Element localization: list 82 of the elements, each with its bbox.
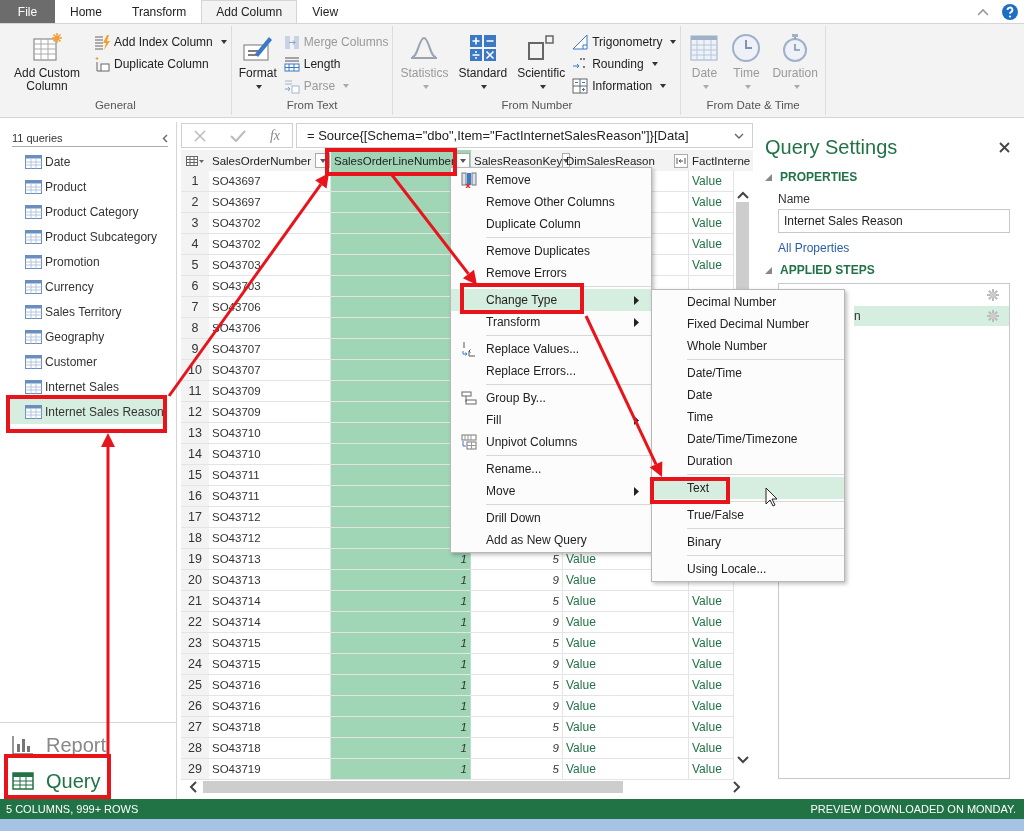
- row-number: 18: [181, 528, 209, 548]
- row-number: 23: [181, 633, 209, 653]
- row-number: 7: [181, 297, 209, 317]
- table-cell: Value: [689, 255, 734, 275]
- table-cell: 1: [331, 570, 471, 590]
- table-cell: Value: [689, 171, 734, 191]
- row-number: 12: [181, 402, 209, 422]
- table-cell: 5: [471, 759, 563, 779]
- row-number: 2: [181, 192, 209, 212]
- table-cell: 9: [471, 654, 563, 674]
- row-number: 1: [181, 171, 209, 191]
- status-text: 5 COLUMNS, 999+ ROWS: [6, 803, 139, 815]
- table-cell: Value: [689, 591, 734, 611]
- table-cell: Value: [689, 633, 734, 653]
- table-cell: 5: [471, 633, 563, 653]
- section-heading: APPLIED STEPS: [780, 263, 875, 277]
- table-cell: Value: [689, 759, 734, 779]
- table-cell: 1: [331, 633, 471, 653]
- table-cell: 9: [471, 738, 563, 758]
- row-number: 22: [181, 612, 209, 632]
- panel-title: Query Settings: [765, 135, 898, 159]
- table-cell: 5: [471, 717, 563, 737]
- table-cell: Value: [689, 234, 734, 254]
- table-cell: 1: [331, 549, 471, 569]
- table-cell: 1: [331, 591, 471, 611]
- table-cell: Value: [563, 717, 689, 737]
- table-cell: Value: [689, 675, 734, 695]
- table-cell: 5: [471, 675, 563, 695]
- row-number: 21: [181, 591, 209, 611]
- table-cell: Value: [689, 213, 734, 233]
- row-number: 11: [181, 381, 209, 401]
- table-cell: 9: [471, 570, 563, 590]
- table-cell: Value: [689, 738, 734, 758]
- table-cell: 1: [331, 675, 471, 695]
- table-cell: 5: [471, 591, 563, 611]
- group-label: From Text: [285, 99, 339, 113]
- table-cell: Value: [563, 591, 689, 611]
- table-cell: Value: [689, 612, 734, 632]
- table-cell: 9: [471, 612, 563, 632]
- table-cell: 1: [331, 654, 471, 674]
- status-text: PREVIEW DOWNLOADED ON MONDAY.: [810, 803, 1016, 815]
- row-number: 29: [181, 759, 209, 779]
- table-cell: Value: [563, 738, 689, 758]
- table-cell: Value: [563, 612, 689, 632]
- row-number: 19: [181, 549, 209, 569]
- group-label: General: [93, 99, 137, 113]
- row-number: 14: [181, 444, 209, 464]
- table-cell: Value: [689, 192, 734, 212]
- table-cell: Value: [563, 654, 689, 674]
- table-cell: 9: [471, 696, 563, 716]
- row-number: 17: [181, 507, 209, 527]
- table-cell: Value: [563, 633, 689, 653]
- table-cell: Value: [689, 717, 734, 737]
- section-heading: PROPERTIES: [780, 170, 858, 184]
- table-cell: Value: [563, 696, 689, 716]
- row-number: 27: [181, 717, 209, 737]
- row-number: 20: [181, 570, 209, 590]
- table-cell: Value: [563, 759, 689, 779]
- table-cell: 1: [331, 759, 471, 779]
- field-label: Name: [778, 192, 811, 206]
- table-cell: Value: [689, 654, 734, 674]
- group-label: From Number: [500, 99, 574, 113]
- row-number: 4: [181, 234, 209, 254]
- row-number: 8: [181, 318, 209, 338]
- row-number: 6: [181, 276, 209, 296]
- row-number: 25: [181, 675, 209, 695]
- row-number: 5: [181, 255, 209, 275]
- table-cell: 1: [331, 717, 471, 737]
- group-label: From Date & Time: [705, 99, 801, 113]
- row-number: 26: [181, 696, 209, 716]
- row-number: 24: [181, 654, 209, 674]
- query-count: 11 queries: [12, 132, 63, 144]
- row-number: 13: [181, 423, 209, 443]
- table-cell: Value: [563, 675, 689, 695]
- row-number: 28: [181, 738, 209, 758]
- row-number: 3: [181, 213, 209, 233]
- table-cell: 1: [331, 612, 471, 632]
- table-cell: 1: [331, 738, 471, 758]
- table-cell: 1: [331, 696, 471, 716]
- table-cell: Value: [689, 696, 734, 716]
- row-number: 16: [181, 486, 209, 506]
- row-number: 15: [181, 465, 209, 485]
